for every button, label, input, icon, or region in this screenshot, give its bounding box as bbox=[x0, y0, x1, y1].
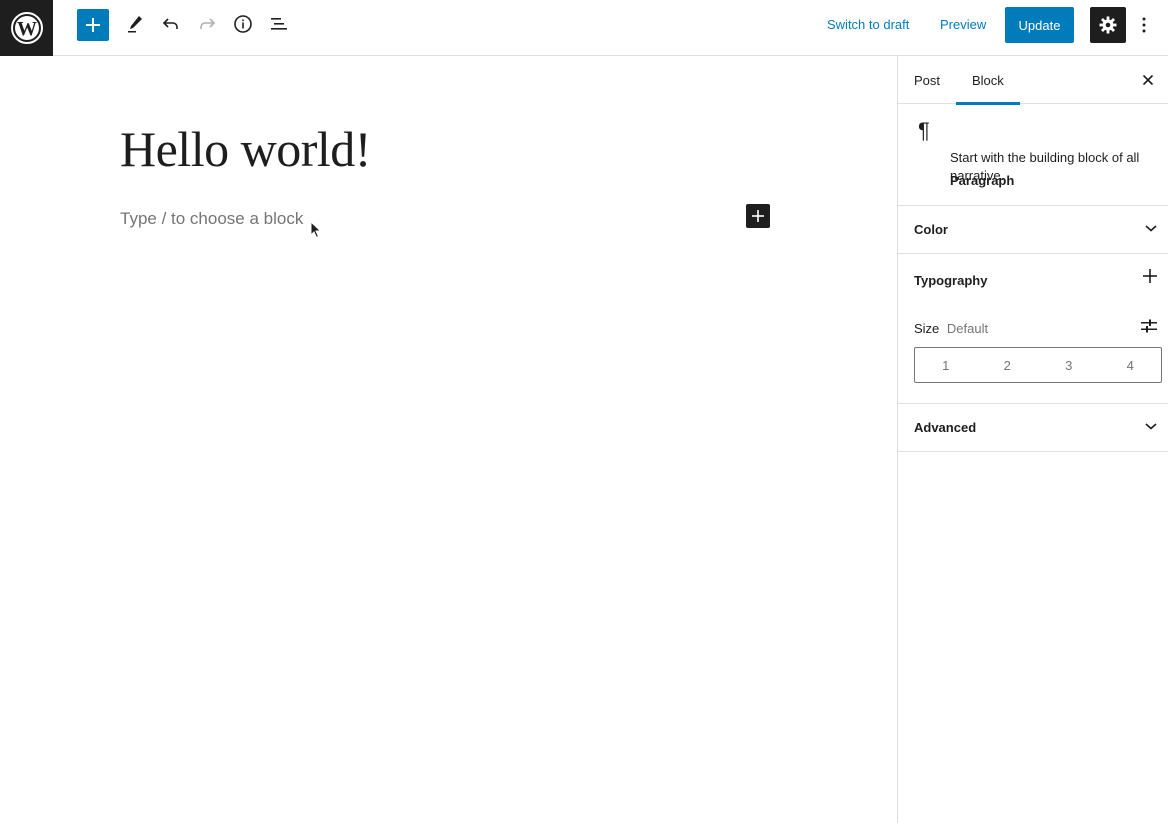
color-panel: Color bbox=[898, 206, 1168, 254]
redo-button[interactable] bbox=[191, 8, 223, 40]
chevron-down-icon bbox=[1145, 225, 1157, 232]
switch-to-draft-button[interactable]: Switch to draft bbox=[827, 17, 909, 32]
more-vertical-icon bbox=[1142, 17, 1146, 33]
tab-block[interactable]: Block bbox=[956, 56, 1020, 105]
undo-icon bbox=[162, 18, 178, 29]
list-view-button[interactable] bbox=[263, 8, 295, 40]
plus-icon bbox=[752, 210, 764, 222]
tab-post[interactable]: Post bbox=[914, 56, 940, 104]
font-size-option-4[interactable]: 4 bbox=[1100, 348, 1162, 382]
svg-text:W: W bbox=[17, 18, 37, 40]
paragraph-block-placeholder[interactable]: Type / to choose a block bbox=[120, 209, 303, 229]
color-panel-title: Color bbox=[914, 222, 948, 237]
font-size-option-1[interactable]: 1 bbox=[915, 348, 977, 382]
plus-icon bbox=[86, 18, 100, 32]
font-size-option-2[interactable]: 2 bbox=[977, 348, 1039, 382]
font-size-current-value: Default bbox=[946, 321, 989, 336]
font-size-option-3[interactable]: 3 bbox=[1038, 348, 1100, 382]
close-sidebar-button[interactable] bbox=[1136, 68, 1160, 92]
options-button[interactable] bbox=[1132, 7, 1156, 43]
font-size-label: Size bbox=[914, 321, 940, 336]
close-icon bbox=[1142, 74, 1154, 86]
block-card-description: Start with the building block of all nar… bbox=[950, 150, 1140, 183]
editor-canvas[interactable]: Hello world! Type / to choose a block bbox=[0, 56, 897, 823]
typography-panel: Typography Size Default 1 2 3 4 bbox=[898, 254, 1168, 404]
advanced-panel-title: Advanced bbox=[914, 420, 977, 435]
chevron-down-icon bbox=[1145, 423, 1157, 430]
update-button[interactable]: Update bbox=[1005, 7, 1074, 43]
paragraph-icon: ¶ bbox=[918, 118, 930, 143]
font-size-picker: 1 2 3 4 bbox=[914, 347, 1162, 383]
sidebar-tabs: Post Block bbox=[898, 56, 1168, 105]
advanced-panel: Advanced bbox=[898, 404, 1168, 452]
info-icon bbox=[234, 15, 252, 33]
color-panel-toggle[interactable]: Color bbox=[898, 206, 1168, 253]
editor-header: W Switch to draft Preview Update bbox=[0, 0, 1168, 56]
list-view-icon bbox=[271, 18, 287, 30]
mouse-pointer-icon bbox=[310, 221, 322, 239]
sliders-icon[interactable] bbox=[1140, 317, 1158, 335]
preview-button[interactable]: Preview bbox=[940, 17, 986, 32]
typography-panel-title: Typography bbox=[914, 272, 988, 288]
wordpress-logo-icon[interactable]: W bbox=[0, 0, 53, 56]
details-button[interactable] bbox=[227, 8, 259, 40]
font-size-label-row: Size Default bbox=[914, 321, 988, 336]
post-title[interactable]: Hello world! bbox=[120, 120, 371, 178]
plus-icon[interactable] bbox=[1142, 268, 1158, 284]
settings-sidebar: Post Block ¶ Paragraph Start with the bu… bbox=[897, 56, 1168, 823]
redo-icon bbox=[200, 18, 216, 29]
undo-button[interactable] bbox=[155, 8, 187, 40]
add-block-button[interactable] bbox=[746, 204, 770, 228]
tools-button[interactable] bbox=[119, 8, 151, 40]
tab-block-label: Block bbox=[972, 72, 1004, 88]
gear-icon bbox=[1099, 16, 1117, 34]
block-inserter-button[interactable] bbox=[77, 9, 109, 41]
block-card: ¶ Paragraph Start with the building bloc… bbox=[898, 104, 1168, 206]
typography-panel-header: Typography bbox=[898, 254, 1168, 306]
advanced-panel-toggle[interactable]: Advanced bbox=[898, 404, 1168, 451]
pencil-icon bbox=[128, 16, 142, 33]
settings-button[interactable] bbox=[1090, 7, 1126, 43]
